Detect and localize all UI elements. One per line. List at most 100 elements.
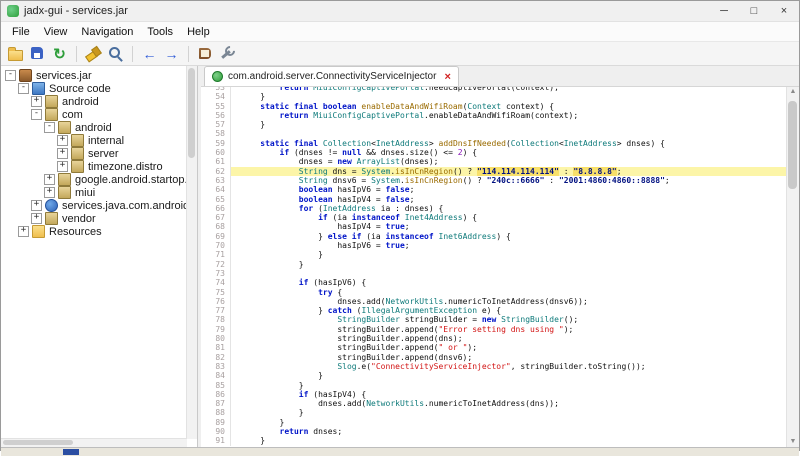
code-line[interactable]: 67 if (ia instanceof Inet4Address) { [201,213,787,222]
open-file-icon[interactable] [6,44,25,63]
tree-item-server[interactable]: +server [1,147,197,160]
minimize-button[interactable]: ─ [709,1,739,21]
tab-close-icon[interactable]: × [444,71,450,83]
save-all-icon[interactable] [28,44,47,63]
tree-item-com[interactable]: -com [1,108,197,121]
code-line[interactable]: 73 [201,269,787,278]
menu-item-help[interactable]: Help [180,24,217,40]
code-line[interactable]: 89 } [201,418,787,427]
editor-vertical-scrollbar[interactable]: ▲ ▼ [786,87,799,447]
scrollbar-thumb[interactable] [3,440,73,445]
code-text: } [231,371,787,380]
code-line[interactable]: 84 } [201,371,787,380]
code-line[interactable]: 87 dnses.add(NetworkUtils.numericToInetA… [201,399,787,408]
code-line[interactable]: 60 if (dnses != null && dnses.size() <= … [201,148,787,157]
code-line[interactable]: 59 static final Collection<InetAddress> … [201,139,787,148]
code-line[interactable]: 68 hasIpV4 = true; [201,222,787,231]
menu-item-file[interactable]: File [5,24,37,40]
maximize-button[interactable]: □ [739,1,769,21]
tree-item-timezone-distro[interactable]: +timezone.distro [1,160,197,173]
line-number: 58 [201,129,231,138]
expand-icon[interactable]: + [57,161,68,172]
tree-item-google-android-startop-iorap[interactable]: +google.android.startop.iorap [1,173,197,186]
tree-item-services-java-class[interactable]: +services.java.com.android.server... [1,199,197,212]
code-area[interactable]: 53 return MiuiConfigCaptivePortal.needCa… [201,87,787,447]
forward-icon[interactable]: → [162,44,181,63]
back-icon[interactable]: ← [140,44,159,63]
code-editor[interactable]: 53 return MiuiConfigCaptivePortal.needCa… [201,87,799,447]
code-line[interactable]: 78 StringBuilder stringBuilder = new Str… [201,315,787,324]
code-line[interactable]: 86 if (hasIpV4) { [201,390,787,399]
scroll-down-icon[interactable]: ▼ [787,437,799,447]
tree-item-internal[interactable]: +internal [1,134,197,147]
code-line[interactable]: 57 } [201,120,787,129]
tree-vertical-scrollbar[interactable] [186,66,197,439]
code-line[interactable]: 80 stringBuilder.append(dns); [201,334,787,343]
tab-connectivity-service-injector[interactable]: com.android.server.ConnectivityServiceIn… [204,66,459,86]
code-line[interactable]: 63 String dnsv6 = System.isInCnRegion() … [201,176,787,185]
menu-item-navigation[interactable]: Navigation [74,24,140,40]
code-line[interactable]: 65 boolean hasIpV4 = false; [201,195,787,204]
scrollbar-thumb[interactable] [788,101,797,189]
code-text: dnses = new ArrayList(dnses); [231,157,787,166]
scroll-up-icon[interactable]: ▲ [787,87,799,97]
expand-icon[interactable]: + [31,200,42,211]
code-line[interactable]: 55 static final boolean enableDataAndWif… [201,102,787,111]
code-line[interactable]: 64 boolean hasIpV6 = false; [201,185,787,194]
code-line[interactable]: 81 stringBuilder.append(" or "); [201,343,787,352]
tree-item-vendor[interactable]: +vendor [1,212,197,225]
scrollbar-thumb[interactable] [188,68,195,158]
text-search-icon[interactable] [84,44,103,63]
close-button[interactable]: × [769,1,799,21]
expand-icon[interactable]: + [57,148,68,159]
tree-item-miui[interactable]: +miui [1,186,197,199]
code-line[interactable]: 85 } [201,381,787,390]
menu-item-tools[interactable]: Tools [140,24,180,40]
code-line[interactable]: 79 stringBuilder.append("Error setting d… [201,325,787,334]
code-line[interactable]: 91 } [201,436,787,445]
code-line[interactable]: 74 if (hasIpV6) { [201,278,787,287]
expand-icon[interactable]: + [31,96,42,107]
expand-icon[interactable]: + [31,213,42,224]
collapse-icon[interactable]: - [5,70,16,81]
code-text: } [231,250,787,259]
collapse-icon[interactable]: - [18,83,29,94]
tree-item-source-code[interactable]: -Source code [1,82,197,95]
tree-item-com-android[interactable]: -android [1,121,197,134]
code-line[interactable]: 70 hasIpV6 = true; [201,241,787,250]
expand-icon[interactable]: + [57,135,68,146]
code-line[interactable]: 76 dnses.add(NetworkUtils.numericToInetA… [201,297,787,306]
code-text: } else if (ia instanceof Inet6Address) { [231,232,787,241]
code-line[interactable]: 71 } [201,250,787,259]
expand-icon[interactable]: + [44,187,55,198]
code-line[interactable]: 62 String dns = System.isInCnRegion() ? … [201,167,787,176]
tree-item-resources[interactable]: +Resources [1,225,197,238]
expand-icon[interactable]: + [18,226,29,237]
preferences-icon[interactable] [218,44,237,63]
tree-item-android[interactable]: +android [1,95,197,108]
code-line[interactable]: 90 return dnses; [201,427,787,436]
code-line[interactable]: 83 Slog.e("ConnectivityServiceInjector",… [201,362,787,371]
code-line[interactable]: 56 return MiuiConfigCaptivePortal.enable… [201,111,787,120]
menu-item-view[interactable]: View [37,24,75,40]
code-line[interactable]: 66 for (InetAddress ia : dnses) { [201,204,787,213]
class-search-icon[interactable] [106,44,125,63]
expand-icon[interactable]: + [44,174,55,185]
log-viewer-icon[interactable] [196,44,215,63]
collapse-icon[interactable]: - [44,122,55,133]
code-line[interactable]: 72 } [201,260,787,269]
tree-horizontal-scrollbar[interactable] [1,438,187,447]
reload-icon[interactable]: ↻ [50,44,69,63]
code-line[interactable]: 58 [201,129,787,138]
code-line[interactable]: 54 } [201,92,787,101]
code-line[interactable]: 77 } catch (IllegalArgumentException e) … [201,306,787,315]
tree-item-services-jar[interactable]: -services.jar [1,69,197,82]
code-line[interactable]: 69 } else if (ia instanceof Inet6Address… [201,232,787,241]
code-line[interactable]: 75 try { [201,288,787,297]
toolbar-separator [132,46,133,62]
collapse-icon[interactable]: - [31,109,42,120]
line-number: 60 [201,148,231,157]
code-line[interactable]: 82 stringBuilder.append(dnsv6); [201,353,787,362]
code-line[interactable]: 88 } [201,408,787,417]
code-line[interactable]: 61 dnses = new ArrayList(dnses); [201,157,787,166]
